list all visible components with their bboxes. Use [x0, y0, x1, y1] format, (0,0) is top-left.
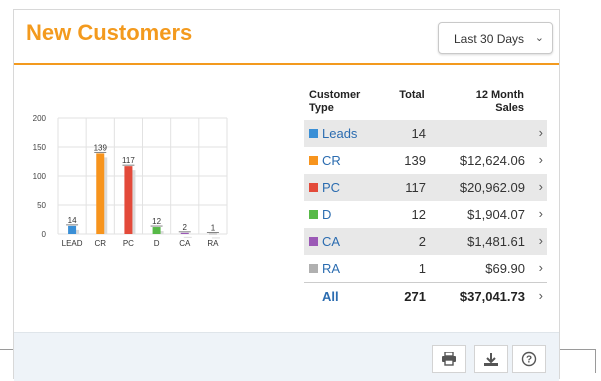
- background-divider-vertical: [595, 349, 596, 373]
- customers-bar-chart: 0 50 100 150 200 14 LEAD 139 CR 117 PC 12 D 2 CA 1 RA: [33, 114, 228, 248]
- bar: [124, 166, 133, 234]
- data-label: 1: [211, 223, 216, 232]
- all-link[interactable]: All: [322, 289, 339, 304]
- chevron-right-icon[interactable]: ›: [539, 233, 543, 248]
- data-label: 139: [94, 143, 108, 152]
- all-total: 271: [404, 289, 426, 304]
- header-customer-type: Customer Type: [309, 89, 361, 114]
- background-divider-right: [560, 349, 596, 350]
- legend-swatch: [309, 210, 318, 219]
- legend-swatch: [309, 264, 318, 273]
- chevron-down-icon: ⌄: [534, 32, 544, 44]
- y-tick-label: 50: [37, 201, 46, 210]
- bar: [152, 227, 161, 234]
- chevron-right-icon[interactable]: ›: [539, 125, 543, 140]
- bar-shadow: [183, 236, 192, 238]
- data-label: 2: [183, 223, 188, 232]
- date-range-value: Last 30 Days: [454, 32, 525, 46]
- help-icon: ?: [521, 351, 537, 367]
- chevron-right-icon[interactable]: ›: [539, 260, 543, 275]
- row-sales: $1,481.61: [467, 234, 525, 249]
- all-sales: $37,041.73: [459, 289, 525, 304]
- customer-type-link[interactable]: RA: [322, 261, 340, 276]
- legend-swatch: [309, 183, 318, 192]
- y-tick-label: 200: [33, 114, 47, 123]
- y-tick-label: 0: [42, 230, 47, 239]
- date-range-select[interactable]: Last 30 Days ⌄: [438, 22, 553, 54]
- row-total: 14: [411, 126, 426, 141]
- legend-swatch: [309, 156, 318, 165]
- table-row[interactable]: RA 1 $69.90 ›: [304, 255, 547, 282]
- row-total: 1: [418, 261, 426, 276]
- table-row[interactable]: CA 2 $1,481.61 ›: [304, 228, 547, 255]
- table-row[interactable]: CR 139 $12,624.06 ›: [304, 147, 547, 174]
- row-sales: $69.90: [485, 261, 525, 276]
- header-12-month-sales: 12 Month Sales: [475, 89, 524, 114]
- table-row[interactable]: Leads 14 ›: [304, 120, 547, 147]
- row-total: 12: [411, 207, 426, 222]
- chevron-right-icon[interactable]: ›: [539, 152, 543, 167]
- print-button[interactable]: [432, 345, 466, 373]
- table-row[interactable]: D 12 $1,904.07 ›: [304, 201, 547, 228]
- x-tick-label: LEAD: [62, 239, 83, 248]
- row-total: 2: [418, 234, 426, 249]
- widget-header: New Customers Last 30 Days ⌄: [14, 10, 559, 65]
- svg-text:?: ?: [526, 355, 532, 366]
- widget-footer: ?: [14, 332, 559, 381]
- data-label: 12: [152, 217, 161, 226]
- customer-type-link[interactable]: Leads: [322, 126, 357, 141]
- legend-swatch: [309, 129, 318, 138]
- chevron-right-icon[interactable]: ›: [539, 179, 543, 194]
- download-icon: [484, 352, 498, 366]
- print-icon: [442, 352, 456, 366]
- download-button[interactable]: [474, 345, 508, 373]
- row-total: 117: [405, 180, 426, 195]
- bar: [208, 233, 217, 235]
- x-tick-label: CA: [179, 239, 191, 248]
- x-tick-label: RA: [207, 239, 219, 248]
- table-row[interactable]: PC 117 $20,962.09 ›: [304, 174, 547, 201]
- y-tick-label: 100: [33, 172, 47, 181]
- x-tick-label: CR: [94, 239, 106, 248]
- bar: [180, 232, 189, 234]
- customer-type-link[interactable]: PC: [322, 180, 340, 195]
- widget-title: New Customers: [26, 20, 193, 45]
- table-row-all[interactable]: All 271 $37,041.73 ›: [304, 282, 547, 310]
- row-total: 139: [404, 153, 426, 168]
- chevron-right-icon[interactable]: ›: [539, 288, 543, 303]
- header-total: Total: [399, 89, 425, 101]
- chevron-right-icon[interactable]: ›: [539, 206, 543, 221]
- customer-type-link[interactable]: CA: [322, 234, 340, 249]
- background-divider-left: [0, 349, 13, 350]
- customer-type-link[interactable]: CR: [322, 153, 341, 168]
- x-tick-label: D: [154, 239, 160, 248]
- y-tick-label: 150: [33, 143, 47, 152]
- customer-type-link[interactable]: D: [322, 207, 331, 222]
- help-button[interactable]: ?: [512, 345, 546, 373]
- x-tick-label: PC: [123, 239, 134, 248]
- row-sales: $20,962.09: [459, 180, 525, 195]
- legend-swatch: [309, 237, 318, 246]
- row-sales: $1,904.07: [467, 207, 525, 222]
- data-label: 14: [68, 216, 77, 225]
- bar: [68, 225, 77, 234]
- new-customers-widget: New Customers Last 30 Days ⌄ 0 50 100 150 20…: [13, 9, 560, 381]
- data-label: 117: [122, 156, 135, 165]
- bar: [96, 153, 105, 234]
- row-sales: $12,624.06: [459, 153, 525, 168]
